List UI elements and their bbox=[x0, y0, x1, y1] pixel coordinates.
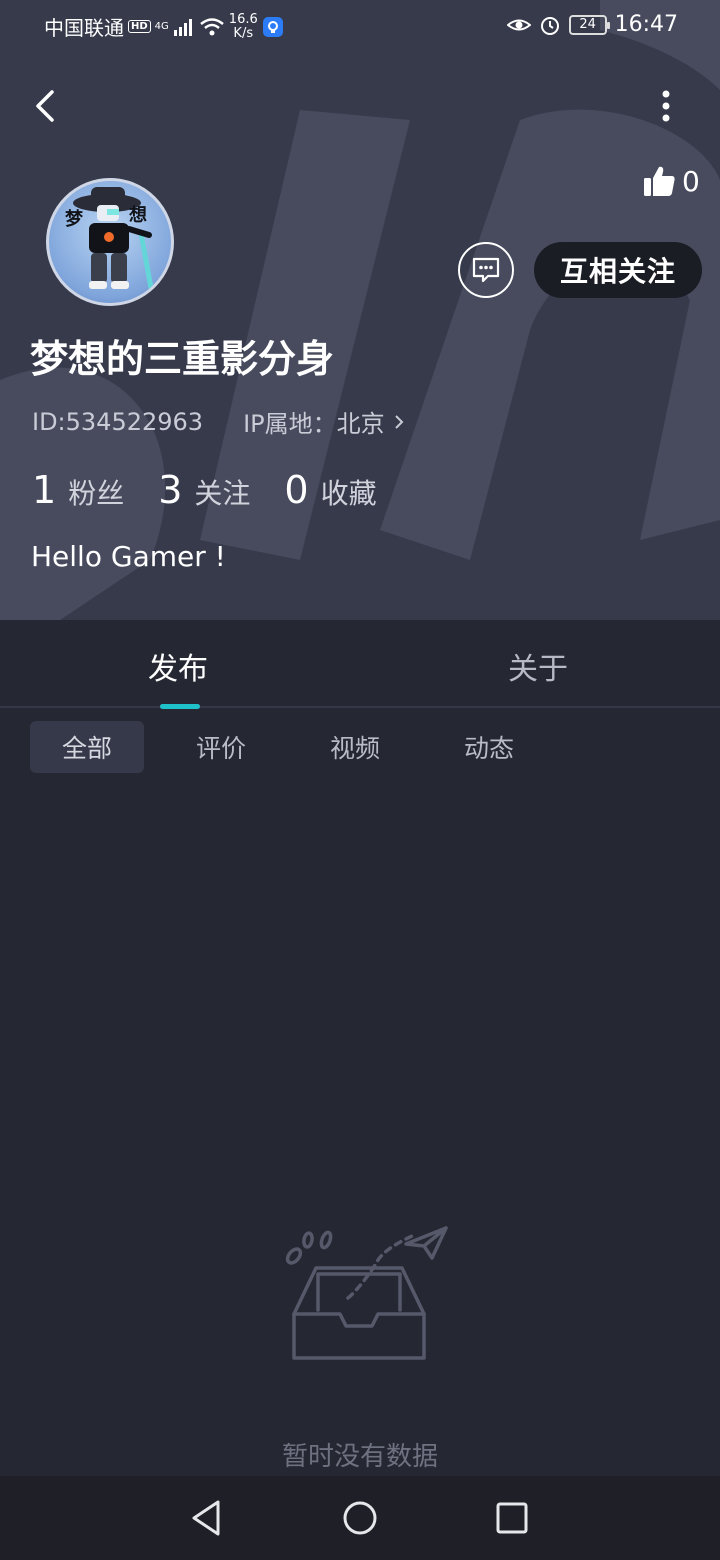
username: 梦想的三重影分身 bbox=[30, 337, 335, 381]
empty-state-text: 暂时没有数据 bbox=[281, 1442, 438, 1472]
svg-text:梦: 梦 bbox=[65, 208, 84, 230]
app-notification-icon bbox=[262, 16, 283, 37]
back-button[interactable] bbox=[26, 82, 62, 130]
nav-recents-icon[interactable] bbox=[490, 1496, 534, 1540]
signal-icon bbox=[173, 18, 192, 36]
stat-label: 粉丝 bbox=[68, 477, 125, 510]
tab-posts[interactable]: 发布 bbox=[148, 644, 208, 688]
stat-favorites[interactable]: 0 收藏 bbox=[284, 468, 376, 512]
chevron-right-icon bbox=[394, 414, 404, 429]
avatar-image: 梦 想 bbox=[65, 187, 156, 302]
nav-back-icon[interactable] bbox=[184, 1496, 228, 1540]
system-nav-bar bbox=[0, 1476, 720, 1560]
profile-header bbox=[0, 0, 720, 620]
stat-label: 关注 bbox=[194, 477, 251, 510]
stat-following[interactable]: 3 关注 bbox=[158, 468, 250, 512]
watermark-logo bbox=[0, 0, 720, 620]
stat-number: 1 bbox=[32, 468, 57, 512]
ip-location: IP属地：北京 bbox=[243, 410, 385, 438]
filter-reviews[interactable]: 评价 bbox=[164, 721, 278, 773]
network-type: 4G bbox=[154, 21, 169, 32]
stat-number: 3 bbox=[158, 468, 183, 512]
filter-chips: 全部 评价 视频 动态 bbox=[30, 721, 566, 773]
more-options-button[interactable] bbox=[650, 84, 682, 128]
active-tab-indicator bbox=[160, 704, 200, 709]
filter-moments[interactable]: 动态 bbox=[432, 721, 546, 773]
stat-followers[interactable]: 1 粉丝 bbox=[32, 468, 124, 512]
filter-videos[interactable]: 视频 bbox=[298, 721, 412, 773]
chat-bubble-icon bbox=[472, 257, 500, 283]
mutual-follow-button[interactable]: 互相关注 bbox=[534, 242, 702, 298]
bio: Hello Gamer ! bbox=[31, 540, 226, 573]
like-count: 0 bbox=[682, 164, 700, 198]
filter-all[interactable]: 全部 bbox=[30, 721, 144, 773]
clock: 16:47 bbox=[614, 12, 678, 37]
svg-text:想: 想 bbox=[129, 204, 147, 226]
eye-comfort-icon bbox=[506, 19, 531, 30]
empty-box-icon bbox=[285, 1226, 448, 1360]
nav-home-icon[interactable] bbox=[338, 1496, 382, 1540]
ip-location-link[interactable]: IP属地：北京 bbox=[243, 404, 405, 439]
net-speed: 16.6 K/s bbox=[228, 11, 258, 41]
message-button[interactable] bbox=[458, 242, 514, 298]
stat-number: 0 bbox=[284, 468, 309, 512]
avatar[interactable]: 梦 想 bbox=[46, 178, 174, 306]
stats-row: 1 粉丝 3 关注 0 收藏 bbox=[32, 468, 377, 512]
battery-indicator: 24 bbox=[568, 14, 610, 35]
tab-about[interactable]: 关于 bbox=[508, 644, 568, 688]
thumbs-up-icon bbox=[644, 166, 675, 196]
alarm-icon bbox=[540, 16, 559, 35]
like-button[interactable]: 0 bbox=[642, 164, 700, 198]
user-id: ID:534522963 bbox=[32, 407, 204, 436]
content-tabs: 发布 关于 bbox=[0, 620, 720, 709]
wifi-icon bbox=[200, 17, 224, 35]
carrier-name: 中国联通 bbox=[44, 16, 124, 40]
status-bar: 中国联通 HD 4G 16.6 K/s 24 16:47 bbox=[0, 0, 720, 52]
id-row: ID:534522963 IP属地：北京 bbox=[32, 404, 405, 439]
hd-badge: HD bbox=[128, 20, 151, 33]
stat-label: 收藏 bbox=[320, 477, 377, 510]
